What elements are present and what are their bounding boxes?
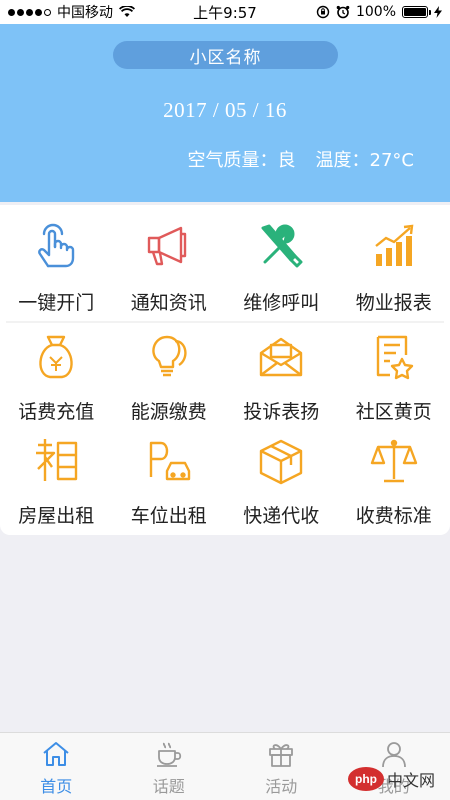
service-row-3: 房屋出租 车位出租 快递代收 收费标准	[0, 435, 450, 528]
tab-label: 话题	[152, 777, 185, 796]
money-bag-icon	[39, 335, 73, 379]
service-community-yellow-pages[interactable]: 社区黄页	[338, 331, 450, 424]
header-banner: 小区名称 2017 / 05 / 16 空气质量：良 温度：27°C	[0, 24, 450, 202]
service-row-1: 一键开门 通知资讯 维修呼叫 物业报表	[0, 220, 450, 315]
document-star-icon	[376, 335, 413, 380]
gift-icon	[269, 744, 294, 767]
service-label: 通知资讯	[130, 292, 207, 314]
service-parking-rental[interactable]: 车位出租	[113, 435, 226, 528]
service-house-rental[interactable]: 房屋出租	[0, 435, 113, 528]
battery-percent: 100%	[355, 4, 396, 20]
parking-icon	[149, 441, 190, 481]
light-bulb-icon	[152, 335, 187, 377]
envelope-icon	[260, 337, 303, 377]
scale-icon	[370, 439, 417, 483]
watermark-text: 中文网	[387, 771, 436, 790]
community-name-selector[interactable]: 小区名称	[113, 41, 338, 69]
house-rent-icon	[36, 439, 78, 481]
coffee-cup-icon	[156, 742, 181, 767]
service-repair-call[interactable]: 维修呼叫	[225, 220, 338, 315]
service-label: 一键开门	[18, 292, 95, 314]
service-label: 快递代收	[243, 505, 320, 527]
battery-icon	[402, 6, 431, 18]
tab-activities[interactable]: 活动	[225, 733, 338, 800]
bar-chart-icon	[375, 224, 414, 266]
air-quality: 空气质量：良	[187, 150, 296, 171]
service-phone-topup[interactable]: 话费充值	[0, 331, 113, 424]
watermark-logo: php	[348, 767, 384, 791]
service-label: 房屋出租	[18, 505, 95, 527]
rotation-lock-icon	[316, 5, 330, 19]
service-label: 社区黄页	[355, 401, 432, 423]
alarm-icon	[336, 5, 350, 19]
service-fee-standards[interactable]: 收费标准	[338, 435, 450, 528]
tab-topics[interactable]: 话题	[113, 733, 226, 800]
service-one-key-open-door[interactable]: 一键开门	[0, 220, 113, 315]
service-notices[interactable]: 通知资讯	[113, 220, 226, 315]
community-name-label: 小区名称	[189, 47, 262, 68]
service-row-2: 话费充值 能源缴费 投诉表扬 社区黄页	[0, 331, 450, 424]
service-energy-payment[interactable]: 能源缴费	[113, 331, 226, 424]
signal-strength-icon	[8, 8, 51, 16]
service-label: 维修呼叫	[243, 292, 320, 314]
service-label: 物业报表	[355, 292, 432, 314]
wifi-icon	[119, 6, 135, 17]
tab-label: 活动	[265, 777, 298, 796]
home-icon	[43, 742, 69, 766]
service-grid: 一键开门 通知资讯 维修呼叫 物业报表 话费充值 能源缴费 投诉表扬 社区黄页 …	[0, 205, 450, 535]
service-label: 车位出租	[130, 505, 207, 527]
service-label: 收费标准	[355, 505, 432, 527]
tab-home[interactable]: 首页	[0, 733, 113, 800]
carrier-name: 中国移动	[57, 5, 113, 21]
service-express-collection[interactable]: 快递代收	[225, 435, 338, 528]
weather-info: 空气质量：良 温度：27°C	[188, 146, 414, 172]
service-label: 话费充值	[18, 401, 95, 423]
service-complaints-praise[interactable]: 投诉表扬	[225, 331, 338, 424]
row-divider	[6, 321, 444, 323]
tap-finger-icon	[38, 223, 75, 268]
service-property-report[interactable]: 物业报表	[338, 220, 450, 315]
temperature: 温度：27°C	[315, 150, 414, 171]
service-label: 能源缴费	[130, 401, 207, 423]
service-label: 投诉表扬	[243, 401, 320, 423]
site-watermark: php 中文网	[348, 764, 444, 794]
tab-label: 首页	[40, 777, 73, 796]
current-date: 2017 / 05 / 16	[163, 98, 287, 122]
status-bar: 中国移动 上午9:57 100%	[0, 0, 450, 24]
package-icon	[260, 439, 303, 485]
charging-icon	[434, 6, 442, 18]
megaphone-icon	[147, 226, 186, 266]
tools-icon	[261, 224, 303, 268]
